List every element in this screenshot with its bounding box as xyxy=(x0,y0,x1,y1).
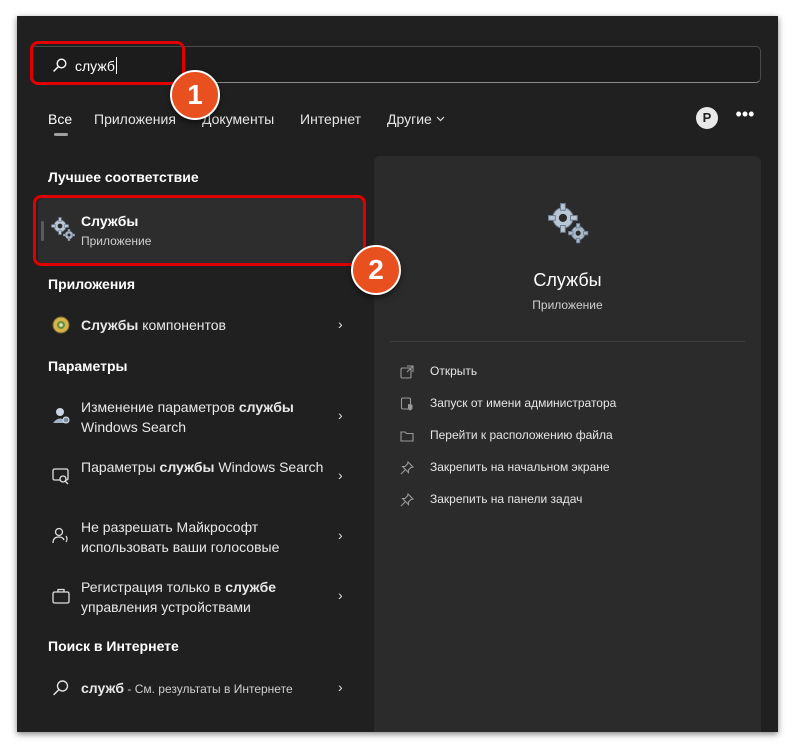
shield-icon xyxy=(400,397,413,411)
action-label: Закрепить на начальном экране xyxy=(430,460,610,474)
settings-result-label: Параметры службы Windows Search xyxy=(81,459,324,475)
action-run-as-admin[interactable]: Запуск от имени администратора xyxy=(400,395,660,415)
chevron-right-icon: › xyxy=(338,407,343,423)
tab-apps[interactable]: Приложения xyxy=(94,111,176,127)
settings-result-change-service[interactable]: Изменение параметров службы Windows Searc… xyxy=(38,396,368,438)
chevron-right-icon: › xyxy=(338,679,343,695)
briefcase-icon xyxy=(52,588,70,604)
preview-pane: Службы Приложение Открыть Запуск от имен… xyxy=(374,156,761,732)
action-label: Закрепить на панели задач xyxy=(430,492,583,506)
search-icon xyxy=(53,680,69,696)
tab-all[interactable]: Все xyxy=(48,111,72,127)
pin-icon xyxy=(400,461,414,475)
user-settings-icon xyxy=(53,408,70,424)
chevron-right-icon: › xyxy=(338,316,343,332)
web-search-label: служб - См. результаты в Интернете xyxy=(81,680,293,696)
best-match-heading: Лучшее соответствие xyxy=(48,169,199,185)
divider xyxy=(390,341,745,342)
search-panel: служб Все Приложения Документы Интернет … xyxy=(17,16,778,732)
settings-result-voice[interactable]: Не разрешать Майкрософт использовать ваш… xyxy=(38,516,368,558)
web-search-result[interactable]: служб - См. результаты в Интернете › xyxy=(38,676,368,700)
app-result-label: Службы компонентов xyxy=(81,317,226,333)
pin-icon xyxy=(400,493,414,507)
action-label: Запуск от имени администратора xyxy=(430,396,617,410)
preview-app-type: Приложение xyxy=(532,298,603,312)
tab-documents[interactable]: Документы xyxy=(202,111,274,127)
preview-app-name: Службы xyxy=(533,270,602,290)
settings-result-label: Регистрация только в службе управления ус… xyxy=(81,579,277,615)
settings-heading: Параметры xyxy=(48,358,128,374)
web-search-heading: Поиск в Интернете xyxy=(48,638,179,654)
apps-heading: Приложения xyxy=(48,276,136,292)
open-icon xyxy=(400,365,414,379)
chevron-right-icon: › xyxy=(338,467,343,483)
folder-icon xyxy=(400,431,414,442)
action-label: Перейти к расположению файла xyxy=(430,428,613,442)
tab-more[interactable]: Другие xyxy=(387,111,445,127)
chevron-right-icon: › xyxy=(338,527,343,543)
services-gear-icon xyxy=(548,203,589,244)
callout-badge-1: 1 xyxy=(170,70,220,120)
app-result-component-services[interactable]: Службы компонентов › xyxy=(38,313,368,337)
callout-best-match xyxy=(33,195,366,266)
settings-result-label: Не разрешать Майкрософт использовать ваш… xyxy=(81,519,280,555)
avatar[interactable]: P xyxy=(696,107,718,129)
active-tab-indicator xyxy=(54,133,68,136)
settings-result-device-management[interactable]: Регистрация только в службе управления ус… xyxy=(38,576,368,618)
action-pin-to-taskbar[interactable]: Закрепить на панели задач xyxy=(400,491,660,511)
action-open[interactable]: Открыть xyxy=(400,363,660,383)
action-label: Открыть xyxy=(430,364,478,378)
chevron-right-icon: › xyxy=(338,587,343,603)
settings-result-label: Изменение параметров службы Windows Searc… xyxy=(81,399,294,435)
tab-web[interactable]: Интернет xyxy=(300,111,361,127)
action-open-file-location[interactable]: Перейти к расположению файла xyxy=(400,427,660,447)
more-options-button[interactable]: ••• xyxy=(735,105,755,125)
voice-privacy-icon xyxy=(52,527,68,544)
search-settings-icon xyxy=(52,468,69,485)
callout-badge-2: 2 xyxy=(351,245,401,295)
chevron-down-icon xyxy=(436,116,445,122)
settings-result-windows-search[interactable]: Параметры службы Windows Search › xyxy=(38,456,368,498)
component-services-icon xyxy=(52,316,70,334)
action-pin-to-start[interactable]: Закрепить на начальном экране xyxy=(400,459,660,479)
callout-search-box xyxy=(30,41,185,85)
filter-tabs: Все Приложения Документы Интернет Другие xyxy=(17,111,778,141)
